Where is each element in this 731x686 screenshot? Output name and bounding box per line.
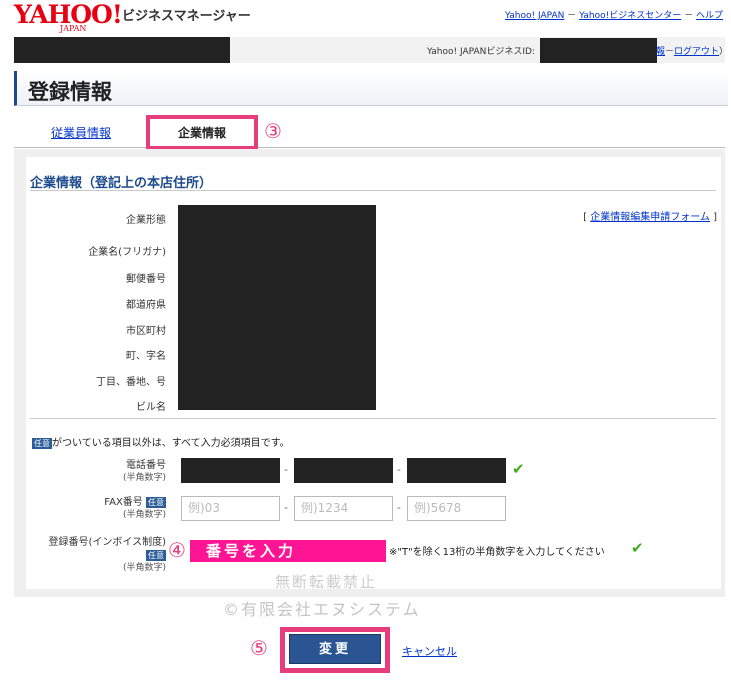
phone-label-text: 電話番号 [126, 460, 166, 471]
registration-optional-badge: 任意 [146, 550, 166, 561]
fax-dash-2: - [397, 501, 401, 514]
registration-number-input[interactable]: 番号を入力 [190, 540, 386, 562]
phone-input-1[interactable] [181, 458, 280, 483]
bracket-open: [ [583, 212, 588, 223]
field-label-city: 市区町村 [126, 326, 166, 337]
field-label-company-kana: 企業名(フリガナ) [88, 247, 166, 258]
fax-label: FAX番号 任意 (半角数字) [60, 496, 166, 522]
brand-title: ビジネスマネージャー [122, 9, 251, 24]
phone-label-sub: (半角数字) [122, 473, 166, 483]
fax-label-sub: (半角数字) [122, 510, 166, 520]
submit-change-button[interactable]: 変更 [289, 634, 381, 664]
field-label-building: ビル名 [136, 402, 166, 413]
field-label-postal-code: 郵便番号 [126, 274, 166, 285]
phone-label: 電話番号 (半角数字) [60, 459, 166, 485]
link-separator: － [665, 47, 675, 57]
redacted-business-id [540, 38, 657, 63]
phone-dash-2: - [397, 463, 401, 476]
required-note-text: がついている項目以外は、すべて入力必須項目です。 [52, 438, 290, 449]
field-label-company-type: 企業形態 [126, 215, 166, 226]
registration-label-sub: (半角数字) [122, 563, 166, 573]
required-note: 任意 がついている項目以外は、すべて入力必須項目です。 [32, 434, 290, 449]
field-label-address-number: 丁目、番地、号 [96, 377, 166, 388]
link-business-center[interactable]: Yahoo!ビジネスセンター [579, 11, 681, 21]
edit-request-link: [ 企業情報編集申請フォーム ] [583, 208, 717, 223]
field-label-prefecture: 都道府県 [126, 300, 166, 311]
field-label-town: 町、字名 [126, 351, 166, 362]
registration-number-label-text: 登録番号(インボイス制度) [48, 537, 166, 548]
section-title: 企業情報（登記上の本店住所） [30, 176, 213, 191]
logout-link[interactable]: ログアウト [674, 47, 719, 57]
phone-dash-1: - [284, 463, 288, 476]
fax-input-2[interactable]: 例)1234 [294, 496, 393, 521]
watermark-copyright: ©有限会社エヌシステム [223, 600, 421, 619]
fax-optional-badge: 任意 [146, 497, 166, 508]
fax-input-3[interactable]: 例)5678 [407, 496, 506, 521]
user-links: 報－ログアウト） [656, 44, 728, 57]
page-title-bar [14, 71, 728, 106]
page-title: 登録情報 [28, 80, 112, 104]
close-paren: ） [719, 47, 729, 57]
tab-baseline [14, 147, 725, 148]
fax-input-1[interactable]: 例)03 [181, 496, 280, 521]
logo-japan-text: JAPAN [60, 24, 87, 33]
optional-badge: 任意 [32, 438, 52, 449]
redacted-company-name [14, 37, 230, 63]
link-separator: － [684, 11, 694, 21]
registration-number-hint: ※"T"を除く13桁の半角数字を入力してください [389, 547, 605, 558]
form-divider [30, 418, 716, 419]
registration-number-label: 登録番号(インボイス制度) 任意 (半角数字) [30, 536, 166, 575]
annotation-3: ③ [264, 119, 282, 143]
phone-valid-check-icon: ✔ [512, 460, 525, 478]
phone-input-3[interactable] [407, 458, 506, 483]
link-help[interactable]: ヘルプ [696, 11, 723, 21]
phone-input-2[interactable] [294, 458, 393, 483]
annotation-5: ⑤ [250, 636, 268, 660]
redacted-company-details [178, 205, 376, 410]
fax-label-text: FAX番号 [104, 497, 143, 508]
fax-dash-1: - [284, 501, 288, 514]
tab-employee-info[interactable]: 従業員情報 [26, 119, 136, 147]
top-links: Yahoo! JAPAN － Yahoo!ビジネスセンター － ヘルプ [505, 8, 723, 21]
watermark-no-reproduction: 無断転載禁止 [275, 573, 378, 591]
registration-valid-check-icon: ✔ [631, 539, 644, 557]
cancel-link[interactable]: キャンセル [402, 643, 457, 659]
section-divider [30, 190, 716, 191]
tab-company-info[interactable]: 企業情報 [146, 115, 258, 150]
link-yahoo-japan[interactable]: Yahoo! JAPAN [505, 11, 564, 21]
tab-employee-info-label[interactable]: 従業員情報 [51, 126, 111, 140]
annotation-4: ④ [168, 538, 186, 562]
account-link[interactable]: 報 [656, 47, 665, 57]
bracket-close: ] [713, 212, 717, 223]
business-id-label: Yahoo! JAPANビジネスID: [427, 47, 535, 57]
edit-request-form-link[interactable]: 企業情報編集申請フォーム [590, 212, 710, 223]
link-separator: － [567, 11, 577, 21]
